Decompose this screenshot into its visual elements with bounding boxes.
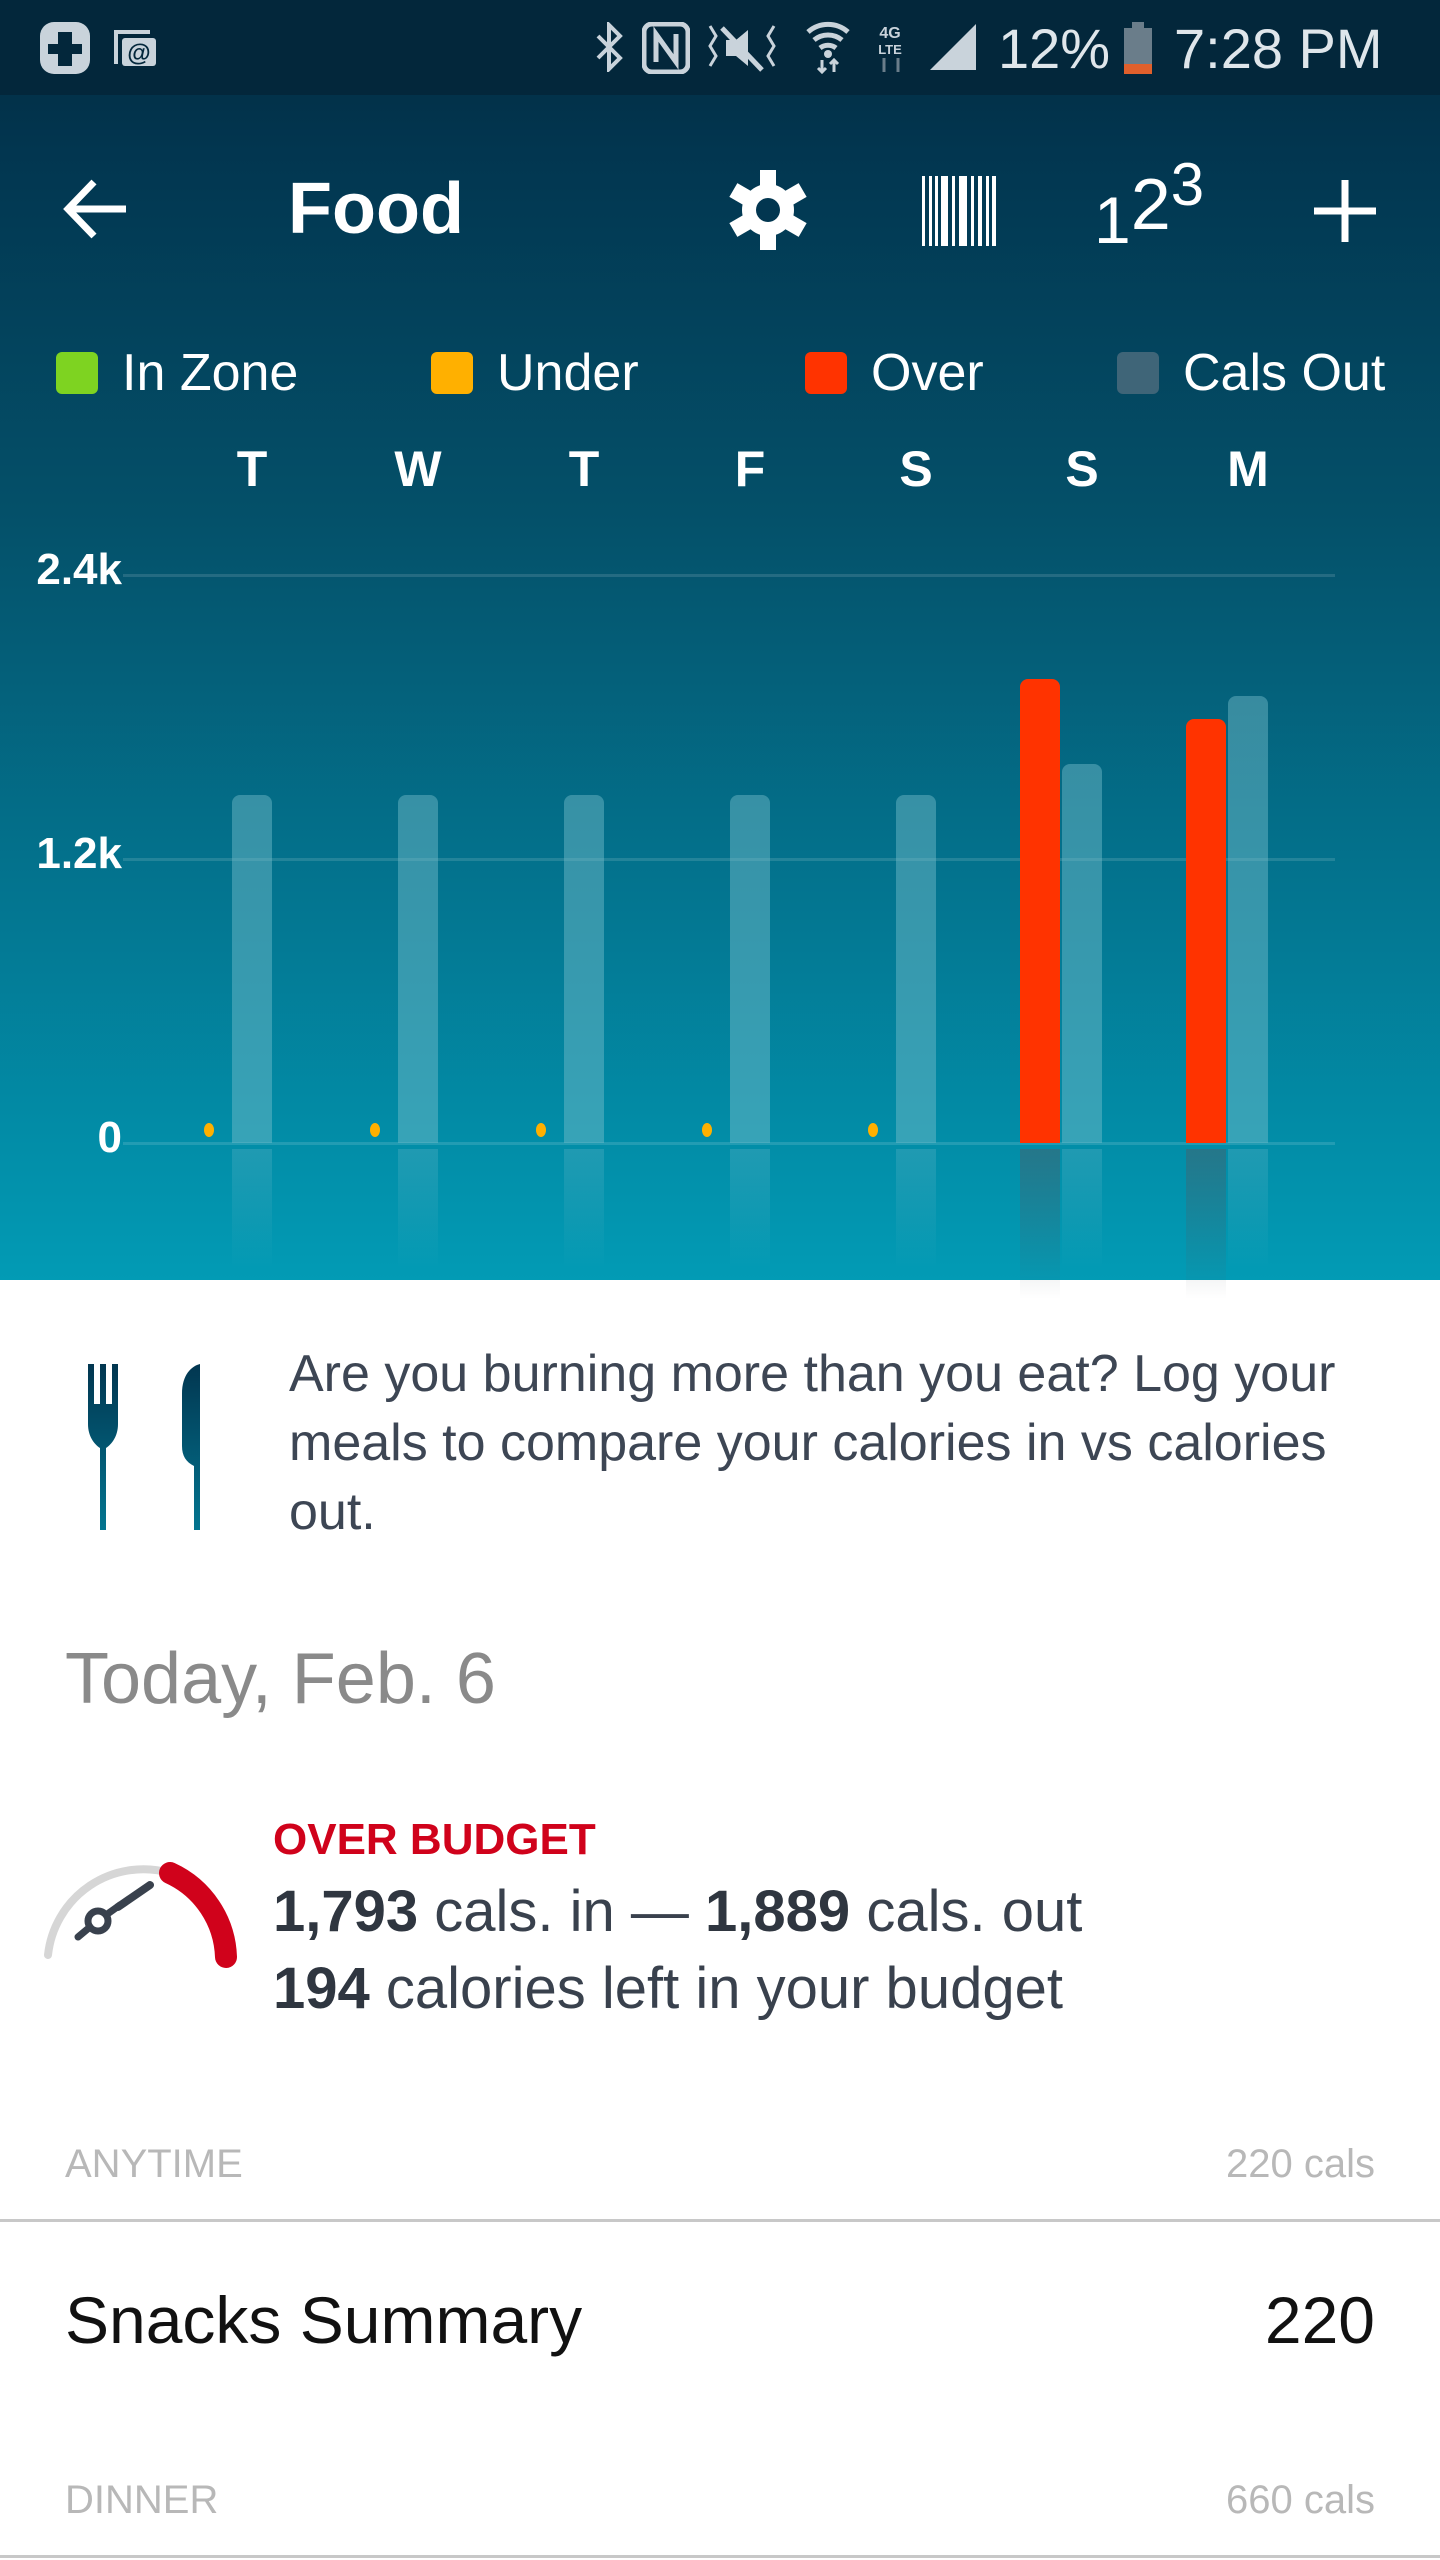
cals-in-value: 1,793 — [273, 1879, 419, 1944]
email-notification-icon: @ — [114, 30, 156, 67]
bar-cals-in — [1186, 718, 1226, 1143]
nfc-icon — [642, 22, 690, 74]
meal-item-name[interactable]: Snacks Summary — [65, 2282, 582, 2358]
x-tick-label: S — [1065, 441, 1099, 497]
cals-out-value: 1,889 — [705, 1879, 851, 1944]
x-tick-label: W — [394, 441, 442, 497]
status-bar: @ 4G LTE 12% 7:28 PM — [0, 0, 1440, 95]
battery-percent: 12% — [998, 17, 1111, 80]
health-plus-icon — [40, 22, 90, 74]
bar-cals-out — [1062, 764, 1102, 1143]
calories-in-out: 1,793 cals. in — 1,889 cals. out — [273, 1878, 1082, 1945]
legend-in-zone: In Zone — [56, 344, 299, 402]
legend-label: Under — [497, 344, 639, 402]
legend-label: Over — [871, 344, 984, 402]
wifi-icon — [806, 21, 850, 74]
legend-label: In Zone — [122, 344, 299, 402]
arrow-left-icon[interactable] — [62, 178, 130, 240]
cals-left-value: 194 — [273, 1956, 370, 2021]
bar-cals-in-zero-dot — [868, 1123, 878, 1137]
legend-swatch — [56, 352, 98, 394]
budget-status: OVER BUDGET — [273, 1815, 596, 1864]
gridline — [123, 1142, 1335, 1145]
legend-swatch — [1117, 352, 1159, 394]
gridline — [123, 858, 1335, 861]
bar-reflection — [1186, 1149, 1226, 1299]
bar-reflection — [896, 1149, 936, 1269]
bar-cals-out — [896, 795, 936, 1143]
bar-cals-in — [1020, 679, 1060, 1143]
bar-cals-out — [1228, 695, 1268, 1143]
plus-icon[interactable] — [1314, 180, 1376, 242]
legend-label: Cals Out — [1183, 344, 1386, 402]
bluetooth-icon — [596, 22, 623, 72]
legend-over: Over — [805, 344, 984, 402]
section-anytime-label: ANYTIME — [65, 2142, 243, 2186]
bar-cals-in-zero-dot — [370, 1123, 380, 1137]
cals-left-label: calories left in your budget — [385, 1956, 1063, 2021]
gear-icon[interactable] — [726, 168, 810, 252]
bar-reflection — [730, 1149, 770, 1269]
bar-reflection — [232, 1149, 272, 1269]
clock: 7:28 PM — [1174, 17, 1383, 80]
signal-icon — [930, 24, 976, 70]
legend-under: Under — [431, 344, 639, 402]
page-title: Food — [288, 169, 464, 249]
section-anytime-cals: 220 cals — [1226, 2142, 1375, 2186]
cals-out-label: cals. out — [866, 1879, 1083, 1944]
barcode-icon[interactable] — [922, 176, 996, 246]
gridline — [123, 574, 1335, 577]
x-tick-label: T — [236, 441, 268, 497]
bar-reflection — [1228, 1149, 1268, 1269]
legend-swatch — [805, 352, 847, 394]
bar-cals-out — [398, 795, 438, 1143]
x-tick-label: S — [899, 441, 933, 497]
y-tick-label: 0 — [97, 1113, 122, 1162]
battery-icon — [1124, 22, 1152, 74]
quick-calories-123-icon[interactable]: 123 — [1094, 151, 1204, 257]
section-dinner-label: DINNER — [65, 2478, 219, 2522]
4g-lte-icon: 4GLTE — [878, 25, 902, 72]
fork-knife-icon — [88, 1364, 200, 1530]
svg-text:@: @ — [127, 40, 150, 67]
bar-cals-out — [730, 795, 770, 1143]
svg-text:4G: 4G — [879, 25, 900, 42]
bar-reflection — [398, 1149, 438, 1269]
svg-text:LTE: LTE — [878, 42, 902, 57]
y-tick-label: 1.2k — [36, 829, 122, 878]
legend-swatch — [431, 352, 473, 394]
divider — [0, 2555, 1440, 2558]
bar-cals-out — [232, 795, 272, 1143]
section-dinner-cals: 660 cals — [1226, 2478, 1375, 2522]
calories-left: 194 calories left in your budget — [273, 1955, 1063, 2022]
mute-icon — [708, 25, 776, 72]
x-tick-label: T — [568, 441, 600, 497]
y-tick-label: 2.4k — [36, 545, 122, 594]
bar-cals-in-zero-dot — [536, 1123, 546, 1137]
bar-reflection — [1020, 1149, 1060, 1299]
date-heading: Today, Feb. 6 — [65, 1639, 496, 1719]
bar-cals-in-zero-dot — [702, 1123, 712, 1137]
bar-cals-in-zero-dot — [204, 1123, 214, 1137]
bar-reflection — [1062, 1149, 1102, 1269]
x-tick-label: F — [734, 441, 766, 497]
bar-cals-out — [564, 795, 604, 1143]
cals-in-label: cals. in — — [434, 1879, 689, 1944]
legend-cals-out: Cals Out — [1117, 344, 1386, 402]
tip-text: Are you burning more than you eat? Log y… — [289, 1345, 1336, 1541]
meal-item-cals: 220 — [1264, 2283, 1375, 2357]
budget-gauge-icon — [44, 1862, 237, 1968]
bar-reflection — [564, 1149, 604, 1269]
x-tick-label: M — [1227, 441, 1269, 497]
